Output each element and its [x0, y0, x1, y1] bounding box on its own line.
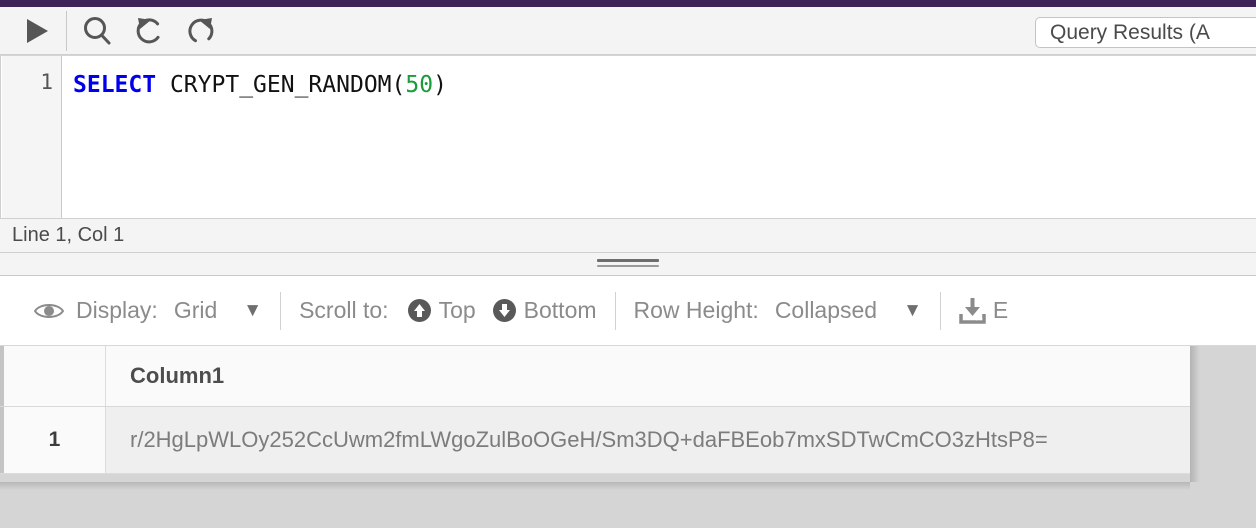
editor-toolbar-buttons [10, 7, 227, 54]
toolbar-divider [66, 10, 67, 51]
editor-status-bar: Line 1, Col 1 [0, 218, 1256, 253]
eye-icon [34, 300, 64, 322]
redo-icon [184, 14, 218, 48]
find-button[interactable] [71, 9, 123, 53]
query-results-tab-label: Query Results (A [1050, 20, 1210, 44]
redo-button[interactable] [175, 9, 227, 53]
toolbar-separator [614, 291, 616, 330]
sql-editor[interactable]: 1 SELECT CRYPT_GEN_RANDOM(50) [0, 56, 1256, 218]
export-group: E [959, 276, 1008, 345]
window-accent-bar [0, 0, 1256, 7]
display-value: Grid [173, 297, 218, 323]
scroll-to-top-button[interactable]: Top [407, 297, 476, 324]
grid-right-shadow [1190, 346, 1200, 482]
undo-button[interactable] [123, 9, 175, 53]
splitter-line-bottom [597, 265, 659, 267]
search-icon [80, 14, 114, 48]
grid-corner-cell [0, 346, 106, 406]
toolbar-separator [280, 291, 282, 330]
results-grid[interactable]: Column1 1 r/2HgLpWLOy252CcUwm2fmLWgoZulB… [0, 346, 1190, 474]
display-dropdown-chevron-down-icon[interactable]: ▼ [243, 300, 262, 322]
grid-bottom-shadow [0, 482, 1190, 490]
panel-splitter[interactable] [0, 253, 1256, 276]
sql-client-window: Query Results (A 1 SELECT CRYPT_GEN_RAND… [0, 0, 1256, 528]
row-height-label: Row Height: [633, 297, 759, 323]
row-height-value: Collapsed [774, 297, 878, 323]
play-icon [21, 16, 51, 46]
sql-function-call: CRYPT_GEN_RANDOM( [169, 72, 406, 98]
row-height-group: Row Height: Collapsed ▼ [633, 276, 922, 345]
editor-toolbar: Query Results (A [0, 7, 1256, 55]
results-grid-header-row: Column1 [0, 346, 1190, 407]
download-icon [959, 297, 986, 324]
results-toolbar: Display: Grid ▼ Scroll to: Top Bottom Ro… [0, 276, 1256, 346]
sql-space [156, 72, 170, 98]
sql-close-paren: ) [433, 72, 447, 98]
editor-gutter: 1 [2, 56, 62, 218]
row-value-cell-column1[interactable]: r/2HgLpWLOy252CcUwm2fmLWgoZulBoOGeH/Sm3D… [106, 407, 1190, 473]
scroll-to-label: Scroll to: [299, 297, 389, 323]
display-label: Display: [76, 297, 158, 323]
row-index-cell: 1 [0, 407, 106, 473]
splitter-drag-handle[interactable] [597, 259, 659, 268]
row-height-dropdown-chevron-down-icon[interactable]: ▼ [903, 300, 922, 322]
toolbar-separator [939, 291, 941, 330]
sql-code-line[interactable]: SELECT CRYPT_GEN_RANDOM(50) [73, 70, 447, 100]
line-number: 1 [40, 70, 53, 94]
arrow-up-circle-icon [407, 298, 432, 323]
run-query-button[interactable] [10, 9, 62, 53]
scroll-to-bottom-button[interactable]: Bottom [492, 297, 597, 324]
scroll-to-top-label: Top [438, 297, 476, 323]
display-mode-group: Display: Grid ▼ [0, 276, 262, 345]
splitter-line-top [597, 259, 659, 262]
sql-keyword-select: SELECT [73, 72, 157, 98]
export-label: E [992, 297, 1009, 323]
query-results-tab[interactable]: Query Results (A [1035, 17, 1256, 48]
scroll-to-bottom-label: Bottom [523, 297, 597, 323]
export-button[interactable]: E [959, 297, 1008, 324]
arrow-down-circle-icon [492, 298, 517, 323]
cursor-position-text: Line 1, Col 1 [12, 224, 125, 246]
table-row[interactable]: 1 r/2HgLpWLOy252CcUwm2fmLWgoZulBoOGeH/Sm… [0, 407, 1190, 474]
grid-column-header-column1[interactable]: Column1 [106, 346, 1190, 406]
scroll-to-group: Scroll to: Top Bottom [299, 276, 597, 345]
undo-icon [132, 14, 166, 48]
sql-numeric-literal: 50 [405, 72, 434, 98]
